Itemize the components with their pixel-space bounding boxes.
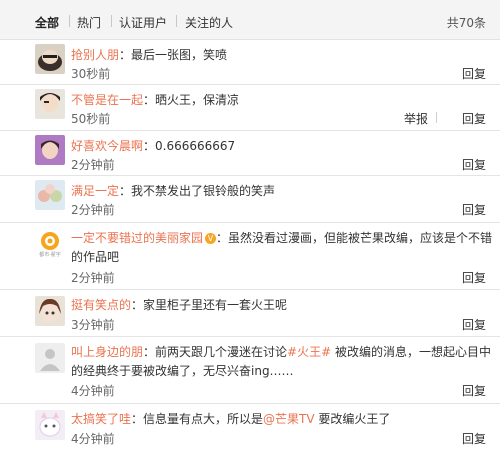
comment-timestamp: 4分钟前: [71, 384, 115, 398]
comment-text-line: 不管是在一起：晒火王，保清凉: [71, 90, 491, 110]
tab-hot[interactable]: 热门: [77, 14, 101, 31]
comment-item: 好喜欢今晨啊：0.666666667 2分钟前 回复: [0, 131, 500, 176]
comment-item: 叫上身边的朋：前两天跟几个漫迷在讨论#火王# 被改编的消息，一想起心目中 的经典…: [0, 337, 500, 404]
comment-text-line: 满足一定：我不禁发出了银铃般的笑声: [71, 181, 491, 201]
comment-username[interactable]: 叫上身边的朋: [71, 345, 143, 359]
comment-timestamp: 4分钟前: [71, 432, 115, 446]
comment-timestamp: 2分钟前: [71, 158, 115, 172]
comment-timestamp: 30秒前: [71, 67, 111, 81]
comment-item: 不管是在一起：晒火王，保清凉 50秒前 举报 回复: [0, 85, 500, 131]
reply-button[interactable]: 回复: [462, 316, 486, 333]
comment-text: ：晒火王，保清凉: [143, 93, 240, 107]
comment-text: ：前两天跟几个漫迷在讨论: [143, 345, 288, 359]
avatar-caption: 都市·翟宇: [39, 252, 61, 258]
tab-divider: [176, 15, 177, 27]
tab-following[interactable]: 关注的人: [185, 14, 233, 31]
comment-text: 的经典终于要被改编了，无尽兴奋ing……: [71, 364, 294, 378]
report-button[interactable]: 举报: [404, 110, 428, 127]
tab-all[interactable]: 全部: [35, 14, 59, 31]
tab-verified-users[interactable]: 认证用户: [119, 14, 167, 31]
avatar[interactable]: [35, 135, 65, 165]
comment-text-line: 太搞笑了哇：信息量有点大，所以是@芒果TV 要改编火王了: [71, 409, 491, 429]
reply-button[interactable]: 回复: [462, 201, 486, 218]
comment-text: 被改编的消息，一想起心目中: [331, 345, 491, 359]
comment-text: ：0.666666667: [143, 139, 236, 153]
comment-item: 太搞笑了哇：信息量有点大，所以是@芒果TV 要改编火王了 4分钟前 回复: [0, 404, 500, 453]
avatar[interactable]: [35, 343, 65, 373]
comment-text-line: 的作品吧: [71, 247, 471, 267]
avatar[interactable]: 都市·翟宇: [35, 229, 65, 259]
comment-username[interactable]: 好喜欢今晨啊: [71, 139, 143, 153]
comment-username[interactable]: 满足一定: [71, 184, 119, 198]
verified-badge-icon: V: [205, 233, 217, 244]
avatar[interactable]: [35, 296, 65, 326]
comment-text: 的作品吧: [71, 250, 120, 264]
reply-button[interactable]: 回复: [462, 269, 486, 286]
action-divider: [436, 112, 437, 123]
comment-text-line: 挺有笑点的：家里柜子里还有一套火王呢: [71, 295, 491, 315]
comment-username[interactable]: 抢别人朋: [71, 48, 119, 62]
comment-timestamp: 50秒前: [71, 112, 111, 126]
avatar[interactable]: [35, 89, 65, 119]
avatar[interactable]: [35, 44, 65, 74]
comment-timestamp: 2分钟前: [71, 203, 115, 217]
comment-text-line: 叫上身边的朋：前两天跟几个漫迷在讨论#火王# 被改编的消息，一想起心目中: [71, 342, 491, 362]
comment-text: ：虽然没看过漫画，但能被芒果改编，应该是个不错: [216, 231, 493, 245]
tab-divider: [69, 15, 70, 27]
comment-text: ：最后一张图，笑喷: [119, 48, 228, 62]
avatar[interactable]: [35, 180, 65, 210]
comment-username[interactable]: 太搞笑了哇: [71, 412, 131, 426]
comment-item: 抢别人朋：最后一张图，笑喷 30秒前 回复: [0, 40, 500, 85]
comment-text-line: 好喜欢今晨啊：0.666666667: [71, 136, 491, 156]
mention-link[interactable]: @芒果TV: [263, 412, 315, 426]
reply-button[interactable]: 回复: [462, 382, 486, 399]
comment-text: ：信息量有点大，所以是: [131, 412, 264, 426]
comment-username[interactable]: 挺有笑点的: [71, 298, 131, 312]
comment-total-count: 共70条: [446, 16, 486, 30]
comment-filter-tabs: 全部 热门 认证用户 关注的人 共70条: [0, 0, 500, 40]
comment-text-line: 的经典终于要被改编了，无尽兴奋ing……: [71, 361, 471, 381]
reply-button[interactable]: 回复: [462, 156, 486, 173]
comment-username[interactable]: 不管是在一起: [71, 93, 143, 107]
comment-item: 挺有笑点的：家里柜子里还有一套火王呢 3分钟前 回复: [0, 290, 500, 337]
comment-text: ：家里柜子里还有一套火王呢: [131, 298, 288, 312]
avatar[interactable]: [35, 410, 65, 440]
comment-timestamp: 2分钟前: [71, 271, 115, 285]
comment-text: ：我不禁发出了银铃般的笑声: [119, 184, 276, 198]
reply-button[interactable]: 回复: [462, 110, 486, 127]
tab-divider: [111, 15, 112, 27]
comment-item: 都市·翟宇 一定不要错过的美丽家园 V ：虽然没看过漫画，但能被芒果改编，应该是个不…: [0, 223, 500, 290]
comment-username[interactable]: 一定不要错过的美丽家园: [71, 231, 203, 245]
comment-text-line: 一定不要错过的美丽家园 V ：虽然没看过漫画，但能被芒果改编，应该是个不错: [71, 228, 493, 248]
reply-button[interactable]: 回复: [462, 430, 486, 447]
topic-link[interactable]: #火王#: [287, 345, 331, 359]
comment-text-line: 抢别人朋：最后一张图，笑喷: [71, 45, 491, 65]
comment-item: 满足一定：我不禁发出了银铃般的笑声 2分钟前 回复: [0, 176, 500, 223]
reply-button[interactable]: 回复: [462, 65, 486, 82]
comment-text: 要改编火王了: [314, 412, 391, 426]
comment-timestamp: 3分钟前: [71, 318, 115, 332]
